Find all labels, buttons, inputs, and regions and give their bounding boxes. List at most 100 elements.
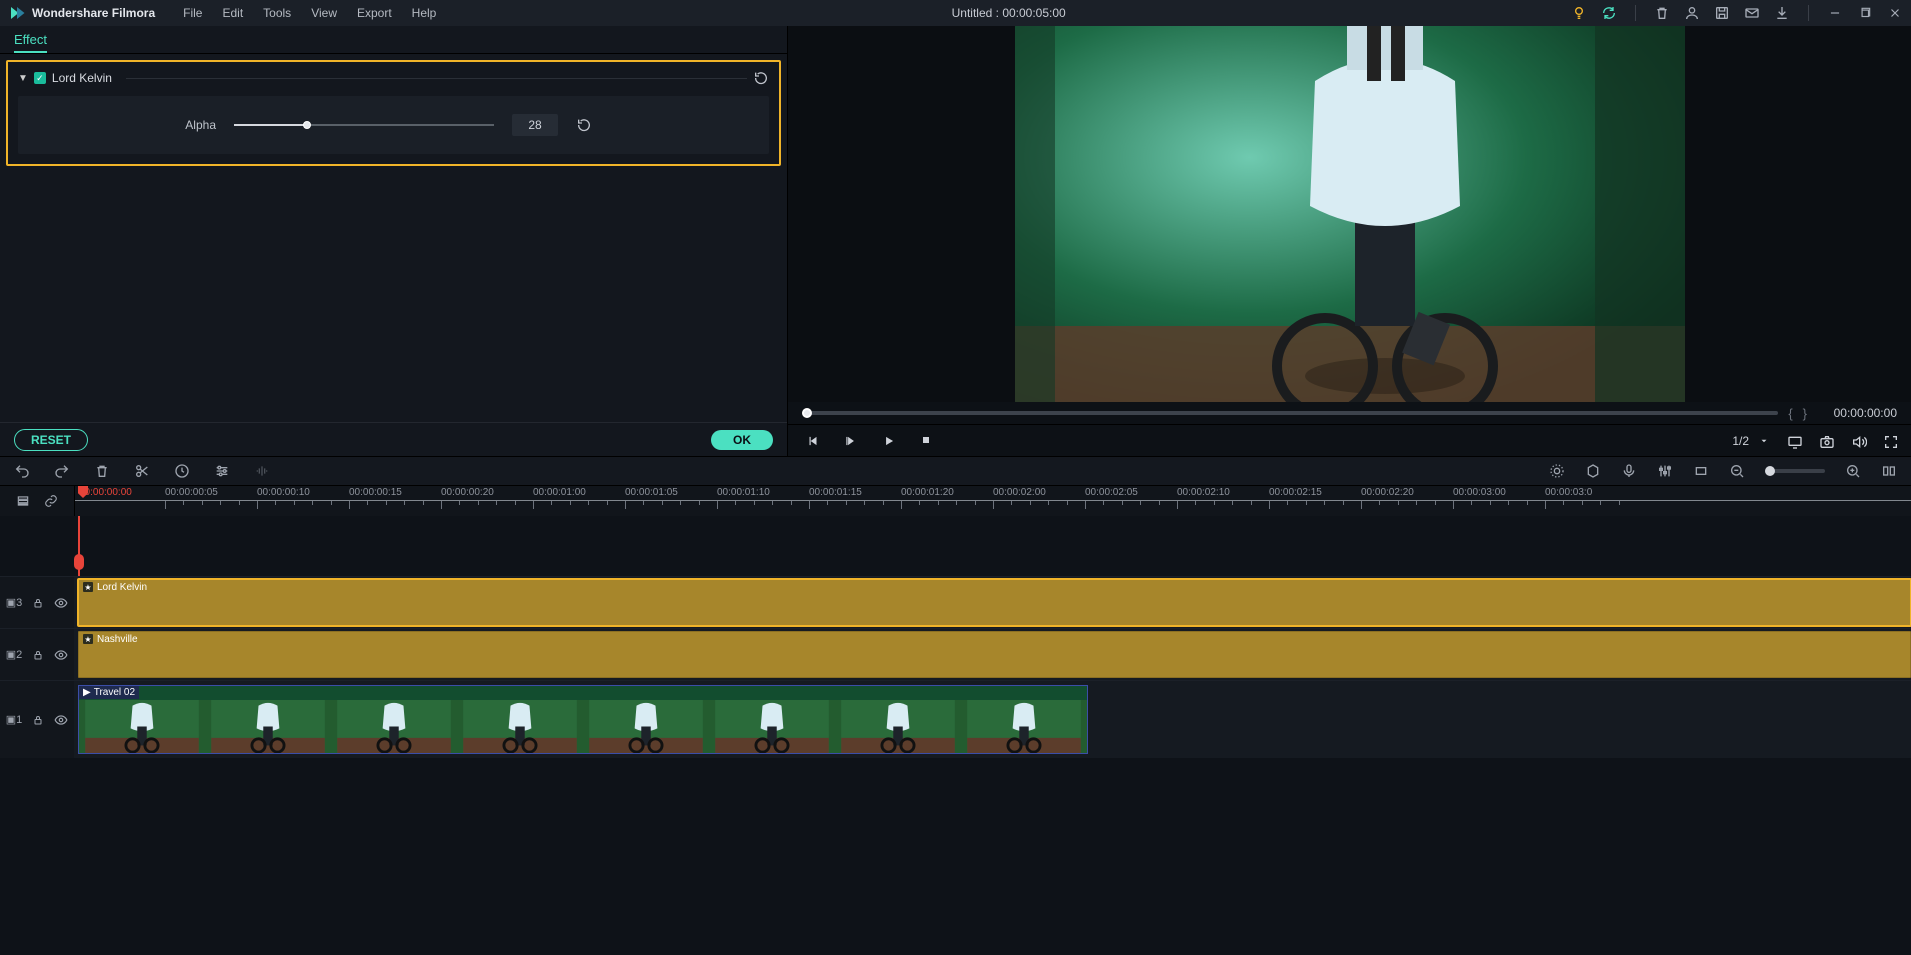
timeline-ruler[interactable]: 00:00:00:00 00:00:00:0500:00:00:1000:00:… (74, 486, 1911, 516)
redo-icon[interactable] (54, 463, 70, 479)
track-index: ▣1 (6, 713, 23, 726)
track-index: ▣3 (6, 596, 23, 609)
alpha-label: Alpha (36, 118, 216, 132)
ruler-tick: 00:00:00:10 (257, 487, 310, 498)
alpha-slider[interactable] (234, 119, 494, 131)
track-row-2: ▣2 ★ Nashville (0, 628, 1911, 680)
titlebar-right-cluster (1571, 5, 1903, 21)
window-minimize-icon[interactable] (1827, 5, 1843, 21)
effect-name: Lord Kelvin (52, 71, 112, 85)
snapshot-icon[interactable] (1819, 434, 1833, 448)
effect-tab-row: Effect (0, 26, 787, 54)
menu-view[interactable]: View (301, 6, 347, 20)
preview-scale[interactable]: 1/2 (1732, 434, 1769, 448)
zoom-out-icon[interactable] (1729, 463, 1745, 479)
download-icon[interactable] (1774, 5, 1790, 21)
mic-icon[interactable] (1621, 463, 1637, 479)
fullscreen-icon[interactable] (1883, 434, 1897, 448)
window-restore-icon[interactable] (1857, 5, 1873, 21)
refresh-icon[interactable] (1601, 5, 1617, 21)
video-thumbnail (583, 700, 709, 753)
alpha-reset-icon[interactable] (576, 117, 592, 133)
playhead-grip-icon[interactable] (74, 554, 84, 570)
effect-box-highlight: ▼ ✓ Lord Kelvin Alpha 28 (6, 60, 781, 166)
play-back-icon[interactable] (844, 434, 858, 448)
crop-icon[interactable] (1693, 463, 1709, 479)
effect-clip-nashville[interactable]: ★ Nashville (78, 631, 1911, 678)
menu-export[interactable]: Export (347, 6, 402, 20)
link-icon[interactable] (44, 494, 58, 508)
ruler-tick: 00:00:00:15 (349, 487, 402, 498)
mixer-icon[interactable] (1657, 463, 1673, 479)
ruler-tick: 00:00:02:10 (1177, 487, 1230, 498)
ruler-tick: 00:00:01:20 (901, 487, 954, 498)
ruler-tick: 00:00:02:15 (1269, 487, 1322, 498)
lock-icon[interactable] (32, 714, 44, 726)
window-close-icon[interactable] (1887, 5, 1903, 21)
split-icon[interactable] (134, 463, 150, 479)
track-row-3: ▣3 ★ Lord Kelvin (0, 576, 1911, 628)
play-icon[interactable] (882, 434, 896, 448)
speed-icon[interactable] (174, 463, 190, 479)
track-manager-icon[interactable] (16, 494, 30, 508)
menu-help[interactable]: Help (402, 6, 447, 20)
effect-panel: Effect ▼ ✓ Lord Kelvin Alpha (0, 26, 788, 456)
zoom-fit-icon[interactable] (1881, 463, 1897, 479)
volume-icon[interactable] (1851, 434, 1865, 448)
marker-icon[interactable] (1585, 463, 1601, 479)
trash-icon[interactable] (1654, 5, 1670, 21)
adjust-icon[interactable] (214, 463, 230, 479)
effect-tab[interactable]: Effect (14, 32, 47, 53)
ruler-tick: 00:00:00:05 (165, 487, 218, 498)
effect-star-icon: ★ (83, 582, 93, 592)
ruler-tick: 00:00:02:20 (1361, 487, 1414, 498)
idea-icon[interactable] (1571, 5, 1587, 21)
mark-out-icon[interactable]: } (1803, 406, 1807, 421)
video-clip-travel[interactable]: ▶Travel 02 (78, 685, 1088, 754)
video-thumbnail (457, 700, 583, 753)
alpha-value[interactable]: 28 (512, 114, 558, 136)
prev-frame-icon[interactable] (806, 434, 820, 448)
ruler-tick: 00:00:01:05 (625, 487, 678, 498)
preview-frame (1015, 26, 1685, 402)
save-icon[interactable] (1714, 5, 1730, 21)
display-icon[interactable] (1787, 434, 1801, 448)
mail-icon[interactable] (1744, 5, 1760, 21)
menu-file[interactable]: File (173, 6, 212, 20)
project-title: Untitled : 00:00:05:00 (446, 6, 1571, 20)
eye-icon[interactable] (54, 596, 68, 610)
zoom-slider[interactable] (1765, 469, 1825, 473)
ok-button[interactable]: OK (711, 430, 773, 450)
video-thumbnail (709, 700, 835, 753)
eye-icon[interactable] (54, 713, 68, 727)
ruler-tick: 00:00:01:10 (717, 487, 770, 498)
video-preview[interactable] (788, 26, 1911, 402)
menu-edit[interactable]: Edit (212, 6, 253, 20)
collapse-arrow-icon[interactable]: ▼ (18, 73, 28, 84)
progress-knob[interactable] (802, 408, 812, 418)
render-icon[interactable] (1549, 463, 1565, 479)
zoom-in-icon[interactable] (1845, 463, 1861, 479)
video-thumbnail (331, 700, 457, 753)
video-thumbnail (205, 700, 331, 753)
delete-icon[interactable] (94, 463, 110, 479)
reset-button[interactable]: RESET (14, 429, 88, 451)
track-row-1: ▣1 ▶Travel 02 (0, 680, 1911, 758)
stop-icon[interactable] (920, 434, 934, 448)
mark-in-icon[interactable]: { (1788, 406, 1792, 421)
lock-icon[interactable] (32, 597, 44, 609)
undo-icon[interactable] (14, 463, 30, 479)
effect-checkbox[interactable]: ✓ (34, 72, 46, 84)
ruler-tick: 00:00:03:0 (1545, 487, 1592, 498)
video-thumbnail (961, 700, 1087, 753)
account-icon[interactable] (1684, 5, 1700, 21)
effect-clip-lord-kelvin[interactable]: ★ Lord Kelvin (78, 579, 1911, 626)
audio-wave-icon[interactable] (254, 463, 270, 479)
eye-icon[interactable] (54, 648, 68, 662)
effect-reset-icon[interactable] (753, 70, 769, 86)
app-logo-icon (8, 4, 26, 22)
lock-icon[interactable] (32, 649, 44, 661)
video-thumbnail (79, 700, 205, 753)
preview-progress[interactable] (802, 411, 1778, 415)
menu-tools[interactable]: Tools (253, 6, 301, 20)
